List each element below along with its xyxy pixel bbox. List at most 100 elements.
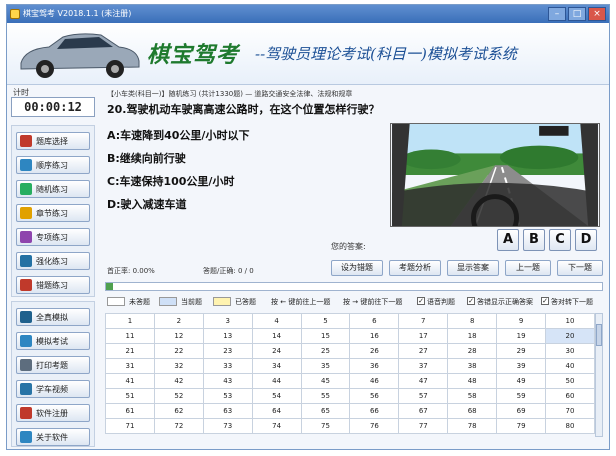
- question-cell[interactable]: 71: [105, 418, 155, 434]
- question-cell[interactable]: 5: [300, 313, 351, 329]
- practice-button-6[interactable]: 错题练习: [16, 276, 90, 294]
- question-cell[interactable]: 19: [496, 328, 547, 344]
- question-cell[interactable]: 28: [447, 343, 498, 359]
- question-cell[interactable]: 10: [545, 313, 595, 329]
- question-cell[interactable]: 47: [398, 373, 449, 389]
- question-cell[interactable]: 15: [300, 328, 351, 344]
- question-cell[interactable]: 38: [447, 358, 498, 374]
- question-cell[interactable]: 18: [447, 328, 498, 344]
- question-cell[interactable]: 72: [153, 418, 204, 434]
- scroll-thumb[interactable]: [596, 324, 602, 346]
- question-cell[interactable]: 59: [496, 388, 547, 404]
- question-cell[interactable]: 78: [447, 418, 498, 434]
- question-cell[interactable]: 24: [251, 343, 302, 359]
- question-cell[interactable]: 57: [398, 388, 449, 404]
- question-cell[interactable]: 25: [300, 343, 351, 359]
- question-cell[interactable]: 12: [153, 328, 204, 344]
- auto-next-checkbox[interactable]: ✓: [541, 297, 549, 305]
- practice-button-1[interactable]: 顺序练习: [16, 156, 90, 174]
- question-cell[interactable]: 80: [545, 418, 595, 434]
- question-cell[interactable]: 32: [153, 358, 204, 374]
- question-cell[interactable]: 21: [105, 343, 155, 359]
- exam-button-3[interactable]: 学车视频: [16, 380, 90, 398]
- question-cell[interactable]: 51: [105, 388, 155, 404]
- option-d[interactable]: D:驶入减速车道: [107, 196, 187, 212]
- practice-button-4[interactable]: 专项练习: [16, 228, 90, 246]
- exam-button-0[interactable]: 全真模拟: [16, 308, 90, 326]
- question-cell[interactable]: 34: [251, 358, 302, 374]
- question-cell[interactable]: 3: [202, 313, 253, 329]
- practice-button-3[interactable]: 章节练习: [16, 204, 90, 222]
- answer-b-button[interactable]: B: [523, 229, 545, 251]
- close-icon[interactable]: ×: [588, 7, 606, 21]
- question-cell[interactable]: 58: [447, 388, 498, 404]
- exam-button-5[interactable]: 关于软件: [16, 428, 90, 446]
- exam-button-4[interactable]: 软件注册: [16, 404, 90, 422]
- question-cell[interactable]: 50: [545, 373, 595, 389]
- exam-button-1[interactable]: 模拟考试: [16, 332, 90, 350]
- minimize-icon[interactable]: –: [548, 7, 566, 21]
- practice-button-2[interactable]: 随机练习: [16, 180, 90, 198]
- question-cell[interactable]: 42: [153, 373, 204, 389]
- question-cell[interactable]: 77: [398, 418, 449, 434]
- prev-question-button[interactable]: 上一题: [505, 260, 551, 276]
- question-cell[interactable]: 2: [153, 313, 204, 329]
- question-cell[interactable]: 9: [496, 313, 547, 329]
- next-question-button[interactable]: 下一题: [557, 260, 603, 276]
- question-cell[interactable]: 74: [251, 418, 302, 434]
- question-cell[interactable]: 44: [251, 373, 302, 389]
- question-cell[interactable]: 40: [545, 358, 595, 374]
- question-cell[interactable]: 67: [398, 403, 449, 419]
- question-cell[interactable]: 36: [349, 358, 400, 374]
- question-cell[interactable]: 13: [202, 328, 253, 344]
- question-cell[interactable]: 76: [349, 418, 400, 434]
- option-a[interactable]: A:车速降到40公里/小时以下: [107, 127, 249, 143]
- title-bar[interactable]: 棋宝驾考 V2018.1.1 (未注册) – □ ×: [7, 5, 609, 23]
- mark-wrong-button[interactable]: 设为错题: [331, 260, 383, 276]
- question-cell[interactable]: 45: [300, 373, 351, 389]
- question-cell[interactable]: 17: [398, 328, 449, 344]
- question-cell[interactable]: 46: [349, 373, 400, 389]
- question-cell[interactable]: 22: [153, 343, 204, 359]
- question-cell[interactable]: 61: [105, 403, 155, 419]
- question-cell[interactable]: 54: [251, 388, 302, 404]
- question-cell[interactable]: 52: [153, 388, 204, 404]
- question-cell[interactable]: 41: [105, 373, 155, 389]
- question-cell[interactable]: 1: [105, 313, 155, 329]
- question-cell[interactable]: 16: [349, 328, 400, 344]
- question-cell[interactable]: 49: [496, 373, 547, 389]
- question-cell[interactable]: 37: [398, 358, 449, 374]
- question-cell[interactable]: 70: [545, 403, 595, 419]
- question-cell[interactable]: 63: [202, 403, 253, 419]
- question-cell[interactable]: 69: [496, 403, 547, 419]
- answer-a-button[interactable]: A: [497, 229, 519, 251]
- question-cell[interactable]: 39: [496, 358, 547, 374]
- question-cell[interactable]: 73: [202, 418, 253, 434]
- question-cell[interactable]: 64: [251, 403, 302, 419]
- grid-scrollbar[interactable]: [595, 313, 603, 437]
- question-cell[interactable]: 33: [202, 358, 253, 374]
- question-cell[interactable]: 66: [349, 403, 400, 419]
- question-cell[interactable]: 48: [447, 373, 498, 389]
- question-cell[interactable]: 35: [300, 358, 351, 374]
- question-cell[interactable]: 53: [202, 388, 253, 404]
- question-cell[interactable]: 75: [300, 418, 351, 434]
- option-c[interactable]: C:车速保持100公里/小时: [107, 173, 234, 189]
- voice-checkbox[interactable]: ✓: [417, 297, 425, 305]
- question-cell[interactable]: 29: [496, 343, 547, 359]
- answer-d-button[interactable]: D: [575, 229, 597, 251]
- question-cell[interactable]: 68: [447, 403, 498, 419]
- question-cell[interactable]: 60: [545, 388, 595, 404]
- question-cell[interactable]: 30: [545, 343, 595, 359]
- question-cell[interactable]: 4: [251, 313, 302, 329]
- question-cell[interactable]: 6: [349, 313, 400, 329]
- question-cell[interactable]: 7: [398, 313, 449, 329]
- question-cell[interactable]: 11: [105, 328, 155, 344]
- question-cell[interactable]: 55: [300, 388, 351, 404]
- question-cell[interactable]: 65: [300, 403, 351, 419]
- exam-button-2[interactable]: 打印考题: [16, 356, 90, 374]
- question-cell[interactable]: 26: [349, 343, 400, 359]
- option-b[interactable]: B:继续向前行驶: [107, 150, 186, 166]
- question-cell[interactable]: 27: [398, 343, 449, 359]
- maximize-icon[interactable]: □: [568, 7, 586, 21]
